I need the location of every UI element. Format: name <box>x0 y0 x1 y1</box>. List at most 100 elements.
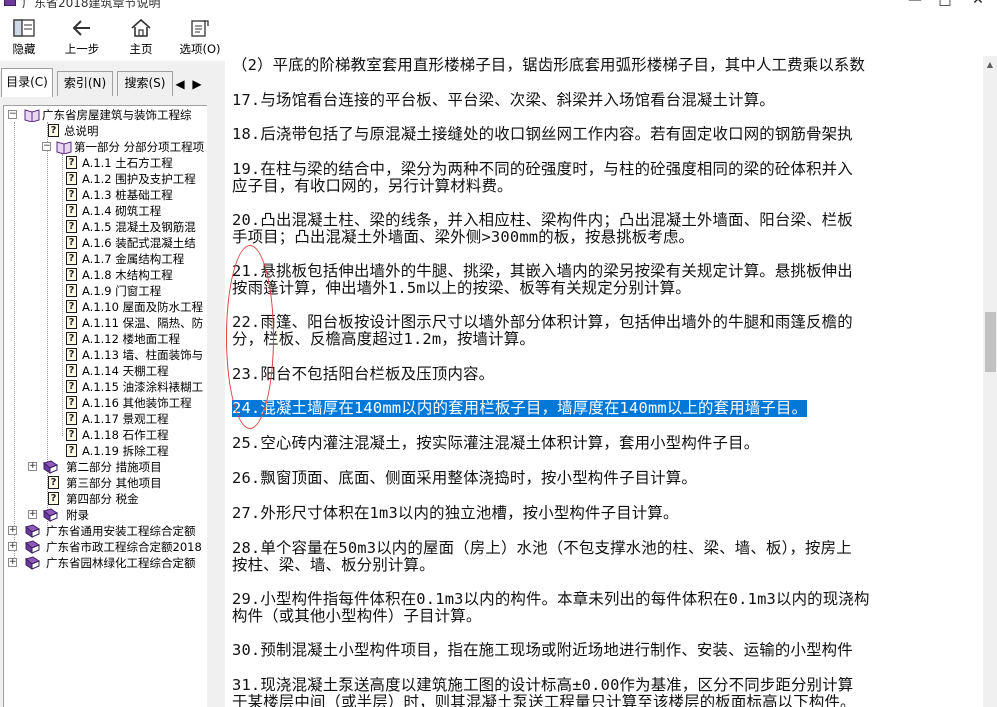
help-page-icon: ? <box>66 316 77 329</box>
home-icon <box>131 18 151 37</box>
tree-label: A.1.1 土石方工程 <box>82 156 173 170</box>
options-button[interactable]: 选项(O) <box>172 14 228 60</box>
open-book-icon <box>56 141 72 154</box>
pane-splitter[interactable] <box>214 61 225 707</box>
tree-label: 第二部分 措施项目 <box>66 460 162 474</box>
collapse-icon[interactable]: − <box>8 110 17 119</box>
tree-label: A.1.18 石作工程 <box>82 428 169 442</box>
open-book-icon <box>24 109 40 122</box>
paragraph-31: 31.现浇混凝土泵送高度以建筑施工图的设计标高±0.00作为基准，区分不同步距分… <box>232 676 856 707</box>
help-page-icon: ? <box>66 204 77 217</box>
tree-label: A.1.11 保温、隔热、防 <box>82 316 204 330</box>
tree-label: 附录 <box>66 508 89 522</box>
scroll-up-icon[interactable]: ▲ <box>984 59 996 71</box>
minimize-button[interactable]: — <box>900 0 930 8</box>
help-page-icon: ? <box>66 220 77 233</box>
tree-label: A.1.19 拆除工程 <box>82 444 169 458</box>
maximize-button[interactable]: □ <box>930 0 960 8</box>
paragraph-22: 22.雨篷、阳台板按设计图示尺寸以墙外部分体积计算，包括伸出墙外的牛腿和雨篷反檐… <box>232 313 853 348</box>
scroll-thumb[interactable] <box>985 312 996 372</box>
app-icon <box>4 0 16 6</box>
paragraph-29: 29.小型构件指每件体积在0.1m3以内的构件。本章未列出的每件体积在0.1m3… <box>232 590 870 625</box>
tab-search[interactable]: 搜索(S) <box>117 71 173 96</box>
help-viewer-window: 广东省2018建筑章节说明 — □ ✕ 隐藏 上一步 主页 选项(O) 目录(C… <box>0 0 997 707</box>
help-page-icon: ? <box>66 284 77 297</box>
tree-label: A.1.13 墙、柱面装饰与 <box>82 348 204 362</box>
expand-icon[interactable]: + <box>8 526 17 535</box>
help-page-icon: ? <box>66 252 77 265</box>
hide-pane-icon <box>13 19 35 37</box>
help-page-icon: ? <box>66 236 77 249</box>
help-page-icon: ? <box>66 156 77 169</box>
closed-book-icon <box>24 540 40 554</box>
tree-label: A.1.2 围护及支护工程 <box>82 172 196 186</box>
paragraph-16-2: （2）平底的阶梯教室套用直形楼梯子目，锯齿形底套用弧形楼梯子目，其中人工费乘以系… <box>232 56 866 74</box>
back-button[interactable]: 上一步 <box>54 14 110 60</box>
expand-icon[interactable]: + <box>8 542 17 551</box>
tree-label: A.1.3 桩基础工程 <box>82 188 173 202</box>
toolbar: 隐藏 上一步 主页 选项(O) <box>0 8 997 61</box>
expand-icon[interactable]: + <box>28 462 37 471</box>
expand-icon[interactable]: + <box>8 558 17 567</box>
tree-connector <box>62 154 63 436</box>
tree-label: A.1.10 屋面及防水工程 <box>82 300 204 314</box>
paragraph-23: 23.阳台不包括阳台栏板及压顶内容。 <box>232 365 495 383</box>
help-page-icon: ? <box>66 380 77 393</box>
topic-content: （2）平底的阶梯教室套用直形楼梯子目，锯齿形底套用弧形楼梯子目，其中人工费乘以系… <box>225 56 983 707</box>
tree-label: A.1.14 天棚工程 <box>82 364 169 378</box>
help-page-icon: ? <box>48 476 59 489</box>
help-page-icon: ? <box>66 412 77 425</box>
home-label: 主页 <box>129 42 153 56</box>
help-page-icon: ? <box>66 364 77 377</box>
paragraph-25: 25.空心砖内灌注混凝土，按实际灌注混凝土体积计算，套用小型构件子目。 <box>232 434 760 452</box>
tree-label: A.1.15 油漆涂料裱糊工 <box>82 380 204 394</box>
paragraph-26: 26.飘窗顶面、底面、侧面采用整体浇捣时，按小型构件子目计算。 <box>232 469 697 487</box>
tab-index[interactable]: 索引(N) <box>57 71 113 96</box>
help-page-icon: ? <box>66 348 77 361</box>
tree-label: 第一部分 分部分项工程项 <box>74 140 205 154</box>
tree-label: A.1.4 砌筑工程 <box>82 204 162 218</box>
close-button[interactable]: ✕ <box>963 0 993 8</box>
paragraph-27: 27.外形尺寸体积在1m3以内的独立池槽，按小型构件子目计算。 <box>232 504 679 522</box>
title-bar: 广东省2018建筑章节说明 — □ ✕ <box>0 0 997 10</box>
paragraph-17: 17.与场馆看台连接的平台板、平台梁、次梁、斜梁并入场馆看台混凝土计算。 <box>232 91 775 109</box>
tree-label: A.1.5 混凝土及钢筋混 <box>82 220 196 234</box>
paragraph-21: 21.悬挑板包括伸出墙外的牛腿、挑梁，其嵌入墙内的梁另按梁有关规定计算。悬挑板伸… <box>232 262 853 297</box>
help-page-icon: ? <box>66 428 77 441</box>
hide-button[interactable]: 隐藏 <box>0 14 52 60</box>
help-page-icon: ? <box>66 268 77 281</box>
navigation-pane: 目录(C) 索引(N) 搜索(S) ◀ ▶ − 广东省房屋建筑与装饰工程综 ? <box>0 61 214 707</box>
contents-tree: − 广东省房屋建筑与装饰工程综 ? 总说明 − 第一部分 分部分项工程项 ? A… <box>3 105 207 707</box>
paragraph-30: 30.预制混凝土小型构件项目，指在施工现场或附近场地进行制作、安装、运输的小型构… <box>232 641 853 659</box>
closed-book-icon <box>42 508 58 522</box>
collapse-icon[interactable]: − <box>42 142 51 151</box>
vertical-scrollbar[interactable]: ▲ <box>983 56 997 707</box>
tab-contents[interactable]: 目录(C) <box>1 68 53 97</box>
paragraph-28: 28.单个容量在50m3以内的屋面（房上）水池（不包支撑水池的柱、梁、墙、板），… <box>232 539 852 574</box>
tree-label: 广东省房屋建筑与装饰工程综 <box>42 108 192 122</box>
tree-label: A.1.6 装配式混凝土结 <box>82 236 196 250</box>
tabs-prev-icon[interactable]: ◀ <box>174 76 186 92</box>
help-page-icon: ? <box>48 492 59 505</box>
home-button[interactable]: 主页 <box>113 14 169 60</box>
paragraph-19: 19.在柱与梁的结合中，梁分为两种不同的砼强度时，与柱的砼强度相同的梁的砼体积并… <box>232 160 853 195</box>
closed-book-icon <box>24 556 40 570</box>
tree-label: A.1.17 景观工程 <box>82 412 169 426</box>
tree-label: A.1.8 木结构工程 <box>82 268 173 282</box>
tabs-next-icon[interactable]: ▶ <box>191 76 203 92</box>
help-page-icon: ? <box>66 332 77 345</box>
help-page-icon: ? <box>66 444 77 457</box>
expand-icon[interactable]: + <box>28 510 37 519</box>
tree-label: A.1.12 楼地面工程 <box>82 332 181 346</box>
tree-label: 广东省通用安装工程综合定额 <box>46 524 196 538</box>
tree-label: 总说明 <box>64 124 99 138</box>
hide-label: 隐藏 <box>12 42 36 56</box>
nav-tabs: 目录(C) 索引(N) 搜索(S) ◀ ▶ <box>0 68 214 98</box>
paragraph-20: 20.凸出混凝土柱、梁的线条，并入相应柱、梁构件内；凸出混凝土外墙面、阳台梁、栏… <box>232 211 853 246</box>
paragraph-18: 18.后浇带包括了与原混凝土接缝处的收口钢丝网工作内容。若有固定收口网的钢筋骨架… <box>232 125 853 143</box>
back-label: 上一步 <box>64 42 100 56</box>
help-page-icon: ? <box>66 300 77 313</box>
options-icon <box>191 20 209 37</box>
tree-label: 广东省市政工程综合定额2018 <box>46 540 202 554</box>
tree-label: A.1.7 金属结构工程 <box>82 252 185 266</box>
